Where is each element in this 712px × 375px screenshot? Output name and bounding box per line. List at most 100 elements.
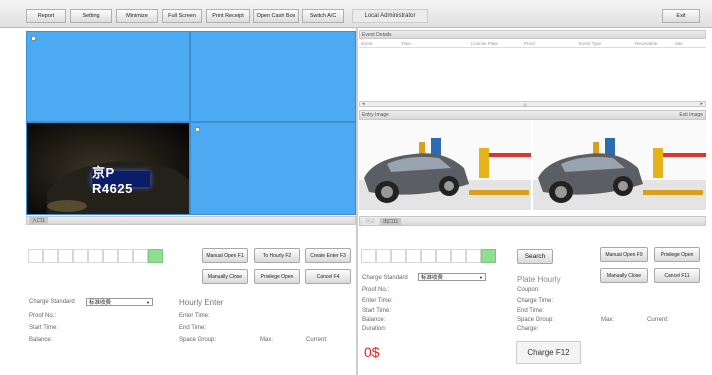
dropdown-arrow-icon: ▼: [146, 299, 150, 305]
lane-tab-test[interactable]: 测试: [362, 217, 379, 225]
plate-char-cell[interactable]: [118, 249, 133, 263]
enter-time-label-right: Enter Time:: [362, 298, 393, 304]
manually-close-button[interactable]: Manually Close: [202, 269, 248, 284]
event-table-body[interactable]: [359, 48, 706, 100]
panel-divider: [356, 28, 358, 375]
create-enter-button[interactable]: Create Enter F3: [305, 248, 351, 263]
exit-button[interactable]: Exit: [662, 9, 700, 23]
plate-char-cell[interactable]: [58, 249, 73, 263]
exit-image-label: Exit Image: [679, 112, 703, 118]
end-time-label-right: End Time:: [517, 308, 545, 314]
manual-open-button[interactable]: Manual Open F1: [202, 248, 248, 263]
camera-view-4[interactable]: [190, 122, 356, 215]
open-cash-box-button[interactable]: Open Cash Box: [253, 9, 299, 23]
plate-char-cell[interactable]: [436, 249, 451, 263]
space-group-label: Space Group:: [179, 337, 217, 343]
plate-color-cell[interactable]: [148, 249, 163, 263]
cancel-f11-button[interactable]: Cancel F11: [654, 268, 700, 283]
current-label: Current:: [306, 337, 328, 343]
plate-char-cell[interactable]: [406, 249, 421, 263]
coupon-label: Coupon:: [517, 287, 540, 293]
plate-char-cell[interactable]: [451, 249, 466, 263]
col-site[interactable]: Site: [675, 41, 683, 46]
amount-due: 0$: [364, 344, 380, 360]
camera-view-2[interactable]: [190, 31, 356, 122]
camera-view-1[interactable]: [26, 31, 190, 122]
plate-char-cell[interactable]: [28, 249, 43, 263]
camera-select-icon[interactable]: [195, 127, 200, 132]
minimize-button[interactable]: Minimize: [116, 9, 158, 23]
proof-no-label: Proof No.:: [29, 313, 57, 319]
plate-char-cell[interactable]: [376, 249, 391, 263]
lane-tab-entry[interactable]: 入口1: [29, 217, 48, 224]
col-time[interactable]: Time: [401, 41, 411, 46]
event-details-title: Event Details: [362, 31, 392, 38]
plate-char-cell[interactable]: [43, 249, 58, 263]
charge-standard-select-right[interactable]: 标准收费 ▼: [418, 273, 486, 281]
license-plate: 京P R4625: [92, 165, 150, 196]
dropdown-arrow-icon: ▼: [479, 274, 483, 280]
manual-open-f9-button[interactable]: Manual Open F9: [600, 247, 648, 262]
space-group-label-right: Space Group:: [517, 317, 555, 323]
top-toolbar: Report Setting Minimize Full Screen Prin…: [0, 0, 712, 28]
plate-hourly-title: Plate Hourly: [517, 275, 561, 284]
scroll-left-icon[interactable]: ◂: [362, 101, 365, 107]
charge-standard-value-right: 标准收费: [421, 275, 444, 281]
full-screen-button[interactable]: Full Screen: [162, 9, 202, 23]
to-hourly-button[interactable]: To Hourly F2: [254, 248, 300, 263]
charge-standard-label: Charge Standard: [29, 299, 75, 305]
proof-no-label-right: Proof No.:: [362, 287, 390, 293]
plate-char-cell[interactable]: [103, 249, 118, 263]
lane-header-entry: 入口1: [26, 216, 356, 225]
col-event-type[interactable]: Event Type: [579, 41, 601, 46]
switch-ac-button[interactable]: Switch A/C: [302, 9, 344, 23]
charge-standard-value: 标准收费: [89, 300, 112, 306]
manually-close-button-right[interactable]: Manually Close: [600, 268, 648, 283]
start-time-label: Start Time:: [29, 325, 59, 331]
charge-standard-select[interactable]: 标准收费 ▼: [86, 298, 153, 306]
entry-image-label: Entry Image: [362, 112, 389, 118]
privilege-open-button[interactable]: Privilege Open: [254, 269, 300, 284]
privilege-open-button-right[interactable]: Privilege Open: [654, 247, 700, 262]
enter-time-label: Enter Time:: [179, 313, 210, 319]
print-receipt-button[interactable]: Print Receipt: [206, 9, 250, 23]
balance-label: Balance:: [29, 337, 53, 343]
plate-char-cell[interactable]: [361, 249, 376, 263]
col-license-plate[interactable]: License Plate: [471, 41, 498, 46]
cancel-button[interactable]: Cancel F4: [305, 269, 351, 284]
hourly-enter-title: Hourly Enter: [179, 298, 224, 307]
end-time-label: End Time:: [179, 325, 207, 331]
entry-image: [359, 120, 531, 210]
start-time-label-right: Start Time:: [362, 308, 392, 314]
search-button[interactable]: Search: [517, 249, 553, 264]
event-table-header: Event Time License Plate Proof Event Typ…: [359, 39, 706, 48]
scroll-right-icon[interactable]: ▸: [700, 101, 703, 107]
plate-input-grid[interactable]: [28, 249, 163, 263]
plate-search-grid[interactable]: [361, 249, 496, 263]
plate-color-cell[interactable]: [481, 249, 496, 263]
horizontal-scrollbar[interactable]: ◂ ||| ▸: [359, 101, 706, 107]
scroll-thumb[interactable]: |||: [520, 102, 530, 107]
current-user-label: Local Administrator: [352, 9, 428, 23]
col-receivable[interactable]: Receivable: [635, 41, 657, 46]
plate-char-cell[interactable]: [88, 249, 103, 263]
charge-f12-button[interactable]: Charge F12: [516, 341, 581, 364]
plate-char-cell[interactable]: [466, 249, 481, 263]
plate-char-cell[interactable]: [133, 249, 148, 263]
plate-char-cell[interactable]: [73, 249, 88, 263]
charge-label: Charge:: [517, 326, 539, 332]
plate-char-cell[interactable]: [421, 249, 436, 263]
setting-button[interactable]: Setting: [70, 9, 112, 23]
balance-label-right: Balance:: [362, 317, 386, 323]
max-label: Max:: [260, 337, 274, 343]
lane-header-exit: 测试 出口11: [359, 216, 706, 226]
lane-tab-exit11[interactable]: 出口11: [380, 217, 402, 225]
camera-select-icon[interactable]: [31, 36, 36, 41]
max-label-right: Max:: [601, 317, 615, 323]
event-details-header: Event Details: [359, 30, 706, 39]
report-button[interactable]: Report: [26, 9, 66, 23]
plate-char-cell[interactable]: [391, 249, 406, 263]
col-proof[interactable]: Proof: [524, 41, 535, 46]
image-header: Entry Image Exit Image: [359, 110, 706, 120]
col-event[interactable]: Event: [361, 41, 373, 46]
